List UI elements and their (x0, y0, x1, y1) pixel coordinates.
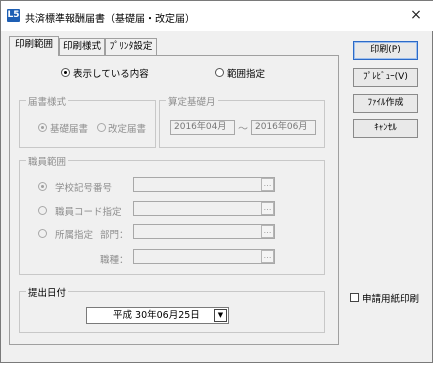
staff-code-field[interactable] (133, 201, 275, 216)
cancel-button[interactable]: ｷｬﾝｾﾙ (353, 119, 418, 138)
group-submit-date-title: 提出日付 (26, 285, 69, 299)
radio-school-number-label: 学校記号番号 (55, 183, 113, 194)
create-file-button[interactable]: ﾌｧｲﾙ作成 (353, 94, 418, 113)
submit-date-select[interactable]: 平成 30年06月25日 ▼ (86, 307, 229, 324)
group-staff-range-title: 職員範囲 (26, 154, 69, 168)
tab-print-range[interactable]: 印刷範囲 (9, 36, 59, 56)
radio-print-all[interactable] (61, 68, 70, 77)
radio-revision-form[interactable] (97, 123, 106, 132)
radio-revision-form-label: 改定届書 (108, 124, 147, 135)
school-number-field[interactable] (133, 177, 275, 192)
dialog-window: L5 共済標準報酬届書（基礎届・改定届） × 印刷範囲 印刷様式 ﾌﾟﾘﾝﾀ設定… (0, 0, 434, 363)
submit-date-value: 平成 30年06月25日 (113, 310, 200, 321)
tab-printer-settings[interactable]: ﾌﾟﾘﾝﾀ設定 (105, 38, 157, 55)
calc-month-to-field[interactable]: 2016年06月 (251, 120, 316, 135)
dept-browse-button[interactable]: … (261, 225, 274, 238)
dept-field[interactable] (133, 224, 275, 239)
dept-label: 部門： (100, 230, 129, 241)
group-form-type-title: 届書様式 (26, 94, 69, 108)
type-browse-button[interactable]: … (261, 250, 274, 263)
tab-print-format[interactable]: 印刷様式 (59, 38, 105, 55)
calc-month-separator: ～ (238, 124, 248, 135)
radio-basic-form-label: 基礎届書 (50, 124, 89, 135)
radio-affiliation-label: 所属指定 (55, 230, 94, 241)
close-button[interactable]: × (405, 5, 427, 25)
preview-button[interactable]: ﾌﾟﾚﾋﾞｭｰ(V) (353, 68, 418, 87)
group-calc-month-title: 算定基礎月 (166, 94, 218, 108)
dropdown-arrow-icon[interactable]: ▼ (214, 309, 227, 322)
apply-form-print-checkbox[interactable] (350, 293, 359, 302)
staff-code-browse-button[interactable]: … (261, 202, 274, 215)
app-icon: L5 (7, 9, 20, 22)
apply-form-print-label: 申請用紙印刷 (362, 294, 420, 305)
school-number-browse-button[interactable]: … (261, 178, 274, 191)
type-field[interactable] (133, 249, 275, 264)
title-bar: L5 共済標準報酬届書（基礎届・改定届） × (1, 1, 434, 31)
radio-affiliation[interactable] (38, 229, 47, 238)
radio-staff-code[interactable] (38, 206, 47, 215)
print-button[interactable]: 印刷(P) (353, 41, 418, 60)
radio-print-all-label: 表示している内容 (73, 69, 149, 80)
radio-school-number[interactable] (38, 182, 47, 191)
window-title: 共済標準報酬届書（基礎届・改定届） (25, 14, 195, 25)
radio-basic-form[interactable] (38, 123, 47, 132)
type-label: 職種： (100, 255, 129, 266)
calc-month-from-field[interactable]: 2016年04月 (170, 120, 235, 135)
radio-print-range[interactable] (215, 68, 224, 77)
radio-staff-code-label: 職員コード指定 (55, 207, 122, 218)
radio-print-range-label: 範囲指定 (227, 69, 266, 80)
